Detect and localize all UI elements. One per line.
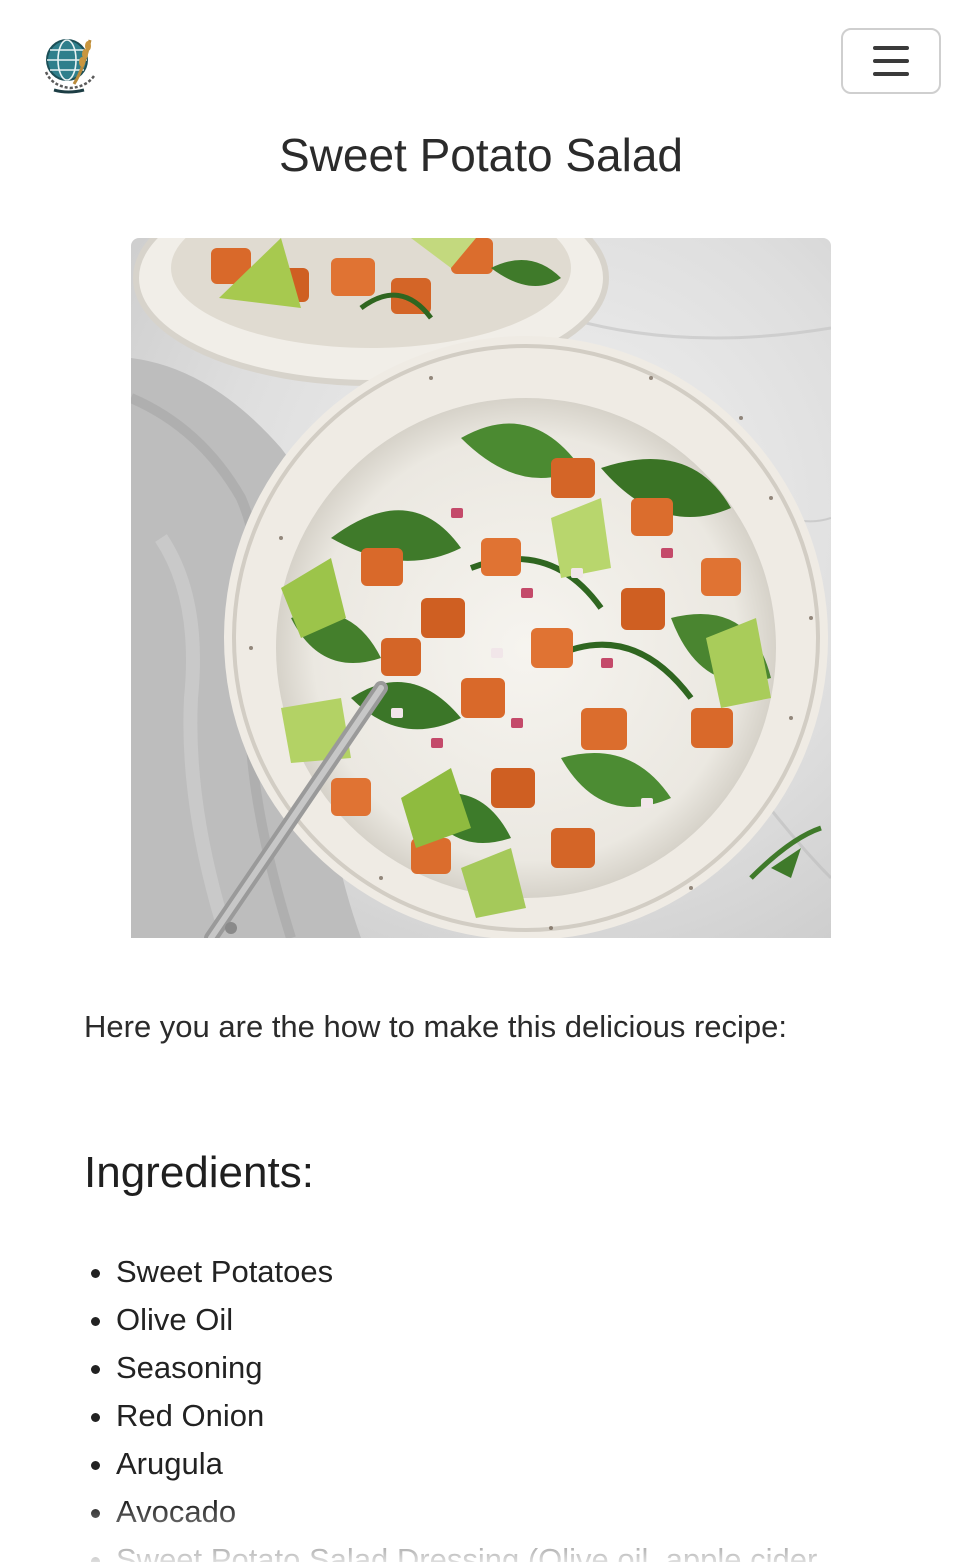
page-title: Sweet Potato Salad [278,129,684,181]
recipe-page: Sweet Potato Salad Here you are the how … [0,0,962,1562]
ingredient-item: Red Onion [116,1392,962,1440]
recipe-intro: Here you are the how to make this delici… [84,1009,788,1044]
ingredient-item: Arugula [116,1440,962,1488]
ingredient-item: Avocado [116,1488,962,1536]
ingredient-item: Sweet Potato Salad Dressing (Olive oil, … [116,1536,962,1562]
menu-toggle-button[interactable] [841,28,941,94]
navbar [0,0,962,120]
hamburger-menu-icon [873,46,909,76]
ingredients-list: Sweet Potatoes Olive Oil Seasoning Red O… [84,1248,962,1562]
ingredient-item: Seasoning [116,1344,962,1392]
ingredient-item: Sweet Potatoes [116,1248,962,1296]
globe-wheat-logo-icon[interactable] [40,32,100,94]
sweet-potato-salad-bowl-image [131,238,831,938]
ingredient-item: Olive Oil [116,1296,962,1344]
ingredients-heading: Ingredients: [84,1148,314,1197]
